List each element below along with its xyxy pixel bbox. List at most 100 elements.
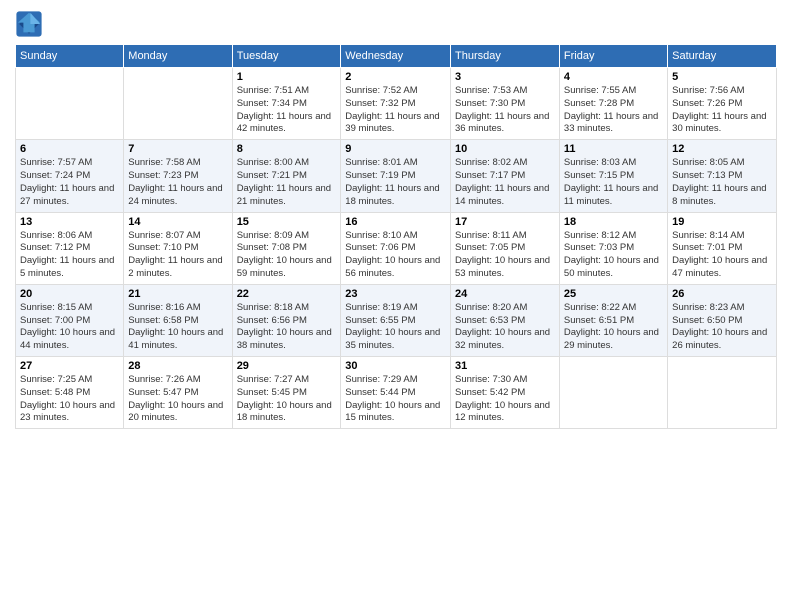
- cell-info: Sunrise: 7:56 AM Sunset: 7:26 PM Dayligh…: [672, 85, 772, 136]
- page: SundayMondayTuesdayWednesdayThursdayFrid…: [0, 0, 792, 612]
- cell-info: Sunrise: 8:18 AM Sunset: 6:56 PM Dayligh…: [237, 302, 337, 353]
- cell-day-number: 25: [564, 288, 663, 300]
- cell-day-number: 21: [128, 288, 227, 300]
- cell-day-number: 29: [237, 360, 337, 372]
- calendar-cell: 15 Sunrise: 8:09 AM Sunset: 7:08 PM Dayli…: [232, 212, 341, 284]
- cell-info: Sunrise: 7:53 AM Sunset: 7:30 PM Dayligh…: [455, 85, 555, 136]
- cell-info: Sunrise: 7:57 AM Sunset: 7:24 PM Dayligh…: [20, 157, 119, 208]
- cell-info: Sunrise: 8:19 AM Sunset: 6:55 PM Dayligh…: [345, 302, 446, 353]
- cell-info: Sunrise: 8:11 AM Sunset: 7:05 PM Dayligh…: [455, 230, 555, 281]
- calendar-cell: 28 Sunrise: 7:26 AM Sunset: 5:47 PM Dayli…: [124, 357, 232, 429]
- calendar-cell: 7Sunrise: 7:58 AM Sunset: 7:23 PM Daylig…: [124, 140, 232, 212]
- calendar-cell: 8 Sunrise: 8:00 AM Sunset: 7:21 PM Daylig…: [232, 140, 341, 212]
- calendar-cell: [559, 357, 667, 429]
- calendar-cell: 30Sunrise: 7:29 AM Sunset: 5:44 PM Dayli…: [341, 357, 451, 429]
- cell-info: Sunrise: 7:29 AM Sunset: 5:44 PM Dayligh…: [345, 374, 446, 425]
- calendar-cell: 16 Sunrise: 8:10 AM Sunset: 7:06 PM Dayli…: [341, 212, 451, 284]
- calendar-cell: 31 Sunrise: 7:30 AM Sunset: 5:42 PM Dayli…: [451, 357, 560, 429]
- cell-info: Sunrise: 8:12 AM Sunset: 7:03 PM Dayligh…: [564, 230, 663, 281]
- header: [15, 10, 777, 38]
- calendar-cell: 2 Sunrise: 7:52 AM Sunset: 7:32 PM Daylig…: [341, 68, 451, 140]
- cell-day-number: 27: [20, 360, 119, 372]
- calendar-week-1: 1 Sunrise: 7:51 AM Sunset: 7:34 PM Daylig…: [16, 68, 777, 140]
- cell-info: Sunrise: 8:10 AM Sunset: 7:06 PM Dayligh…: [345, 230, 446, 281]
- calendar-week-5: 27 Sunrise: 7:25 AM Sunset: 5:48 PM Dayli…: [16, 357, 777, 429]
- cell-info: Sunrise: 8:16 AM Sunset: 6:58 PM Dayligh…: [128, 302, 227, 353]
- cell-day-number: 18: [564, 216, 663, 228]
- cell-info: Sunrise: 8:22 AM Sunset: 6:51 PM Dayligh…: [564, 302, 663, 353]
- cell-info: Sunrise: 7:55 AM Sunset: 7:28 PM Dayligh…: [564, 85, 663, 136]
- cell-day-number: 3: [455, 71, 555, 83]
- cell-info: Sunrise: 8:14 AM Sunset: 7:01 PM Dayligh…: [672, 230, 772, 281]
- calendar-cell: 27 Sunrise: 7:25 AM Sunset: 5:48 PM Dayli…: [16, 357, 124, 429]
- cell-info: Sunrise: 8:23 AM Sunset: 6:50 PM Dayligh…: [672, 302, 772, 353]
- cell-info: Sunrise: 7:25 AM Sunset: 5:48 PM Dayligh…: [20, 374, 119, 425]
- cell-info: Sunrise: 8:01 AM Sunset: 7:19 PM Dayligh…: [345, 157, 446, 208]
- cell-day-number: 24: [455, 288, 555, 300]
- cell-day-number: 11: [564, 143, 663, 155]
- cell-day-number: 5: [672, 71, 772, 83]
- calendar-header-row: SundayMondayTuesdayWednesdayThursdayFrid…: [16, 45, 777, 68]
- cell-day-number: 8: [237, 143, 337, 155]
- cell-info: Sunrise: 8:15 AM Sunset: 7:00 PM Dayligh…: [20, 302, 119, 353]
- cell-info: Sunrise: 8:03 AM Sunset: 7:15 PM Dayligh…: [564, 157, 663, 208]
- calendar-cell: 26Sunrise: 8:23 AM Sunset: 6:50 PM Dayli…: [668, 284, 777, 356]
- calendar-cell: 6Sunrise: 7:57 AM Sunset: 7:24 PM Daylig…: [16, 140, 124, 212]
- calendar-cell: 24 Sunrise: 8:20 AM Sunset: 6:53 PM Dayli…: [451, 284, 560, 356]
- cell-info: Sunrise: 8:05 AM Sunset: 7:13 PM Dayligh…: [672, 157, 772, 208]
- calendar-cell: 29 Sunrise: 7:27 AM Sunset: 5:45 PM Dayli…: [232, 357, 341, 429]
- cell-day-number: 22: [237, 288, 337, 300]
- cell-info: Sunrise: 7:26 AM Sunset: 5:47 PM Dayligh…: [128, 374, 227, 425]
- calendar-cell: 21 Sunrise: 8:16 AM Sunset: 6:58 PM Dayli…: [124, 284, 232, 356]
- cell-day-number: 28: [128, 360, 227, 372]
- logo-icon: [15, 10, 43, 38]
- cell-info: Sunrise: 8:09 AM Sunset: 7:08 PM Dayligh…: [237, 230, 337, 281]
- cell-info: Sunrise: 8:07 AM Sunset: 7:10 PM Dayligh…: [128, 230, 227, 281]
- calendar-cell: 10Sunrise: 8:02 AM Sunset: 7:17 PM Dayli…: [451, 140, 560, 212]
- calendar-cell: 22 Sunrise: 8:18 AM Sunset: 6:56 PM Dayli…: [232, 284, 341, 356]
- cell-info: Sunrise: 7:27 AM Sunset: 5:45 PM Dayligh…: [237, 374, 337, 425]
- cell-day-number: 10: [455, 143, 555, 155]
- calendar-week-2: 6Sunrise: 7:57 AM Sunset: 7:24 PM Daylig…: [16, 140, 777, 212]
- cell-day-number: 1: [237, 71, 337, 83]
- cell-day-number: 19: [672, 216, 772, 228]
- cell-info: Sunrise: 8:06 AM Sunset: 7:12 PM Dayligh…: [20, 230, 119, 281]
- logo: [15, 10, 47, 38]
- cell-day-number: 2: [345, 71, 446, 83]
- calendar-header-friday: Friday: [559, 45, 667, 68]
- calendar-cell: 19 Sunrise: 8:14 AM Sunset: 7:01 PM Dayli…: [668, 212, 777, 284]
- cell-day-number: 17: [455, 216, 555, 228]
- cell-info: Sunrise: 7:52 AM Sunset: 7:32 PM Dayligh…: [345, 85, 446, 136]
- calendar-cell: [124, 68, 232, 140]
- cell-day-number: 9: [345, 143, 446, 155]
- cell-day-number: 15: [237, 216, 337, 228]
- cell-day-number: 31: [455, 360, 555, 372]
- calendar-cell: [16, 68, 124, 140]
- calendar-cell: 23Sunrise: 8:19 AM Sunset: 6:55 PM Dayli…: [341, 284, 451, 356]
- cell-day-number: 16: [345, 216, 446, 228]
- calendar-header-tuesday: Tuesday: [232, 45, 341, 68]
- calendar-cell: 14 Sunrise: 8:07 AM Sunset: 7:10 PM Dayli…: [124, 212, 232, 284]
- cell-info: Sunrise: 8:00 AM Sunset: 7:21 PM Dayligh…: [237, 157, 337, 208]
- cell-day-number: 14: [128, 216, 227, 228]
- cell-day-number: 13: [20, 216, 119, 228]
- calendar-cell: 20Sunrise: 8:15 AM Sunset: 7:00 PM Dayli…: [16, 284, 124, 356]
- calendar-cell: 1 Sunrise: 7:51 AM Sunset: 7:34 PM Daylig…: [232, 68, 341, 140]
- calendar-cell: 17 Sunrise: 8:11 AM Sunset: 7:05 PM Dayli…: [451, 212, 560, 284]
- cell-info: Sunrise: 7:30 AM Sunset: 5:42 PM Dayligh…: [455, 374, 555, 425]
- calendar-cell: [668, 357, 777, 429]
- calendar-cell: 13 Sunrise: 8:06 AM Sunset: 7:12 PM Dayli…: [16, 212, 124, 284]
- calendar-cell: 9 Sunrise: 8:01 AM Sunset: 7:19 PM Daylig…: [341, 140, 451, 212]
- calendar-cell: 4 Sunrise: 7:55 AM Sunset: 7:28 PM Daylig…: [559, 68, 667, 140]
- cell-info: Sunrise: 8:20 AM Sunset: 6:53 PM Dayligh…: [455, 302, 555, 353]
- cell-day-number: 4: [564, 71, 663, 83]
- calendar-cell: 12Sunrise: 8:05 AM Sunset: 7:13 PM Dayli…: [668, 140, 777, 212]
- calendar-week-3: 13 Sunrise: 8:06 AM Sunset: 7:12 PM Dayli…: [16, 212, 777, 284]
- calendar-cell: 5 Sunrise: 7:56 AM Sunset: 7:26 PM Daylig…: [668, 68, 777, 140]
- cell-info: Sunrise: 7:51 AM Sunset: 7:34 PM Dayligh…: [237, 85, 337, 136]
- calendar-header-thursday: Thursday: [451, 45, 560, 68]
- calendar-cell: 3 Sunrise: 7:53 AM Sunset: 7:30 PM Daylig…: [451, 68, 560, 140]
- calendar-header-wednesday: Wednesday: [341, 45, 451, 68]
- calendar-cell: 18 Sunrise: 8:12 AM Sunset: 7:03 PM Dayli…: [559, 212, 667, 284]
- calendar-header-saturday: Saturday: [668, 45, 777, 68]
